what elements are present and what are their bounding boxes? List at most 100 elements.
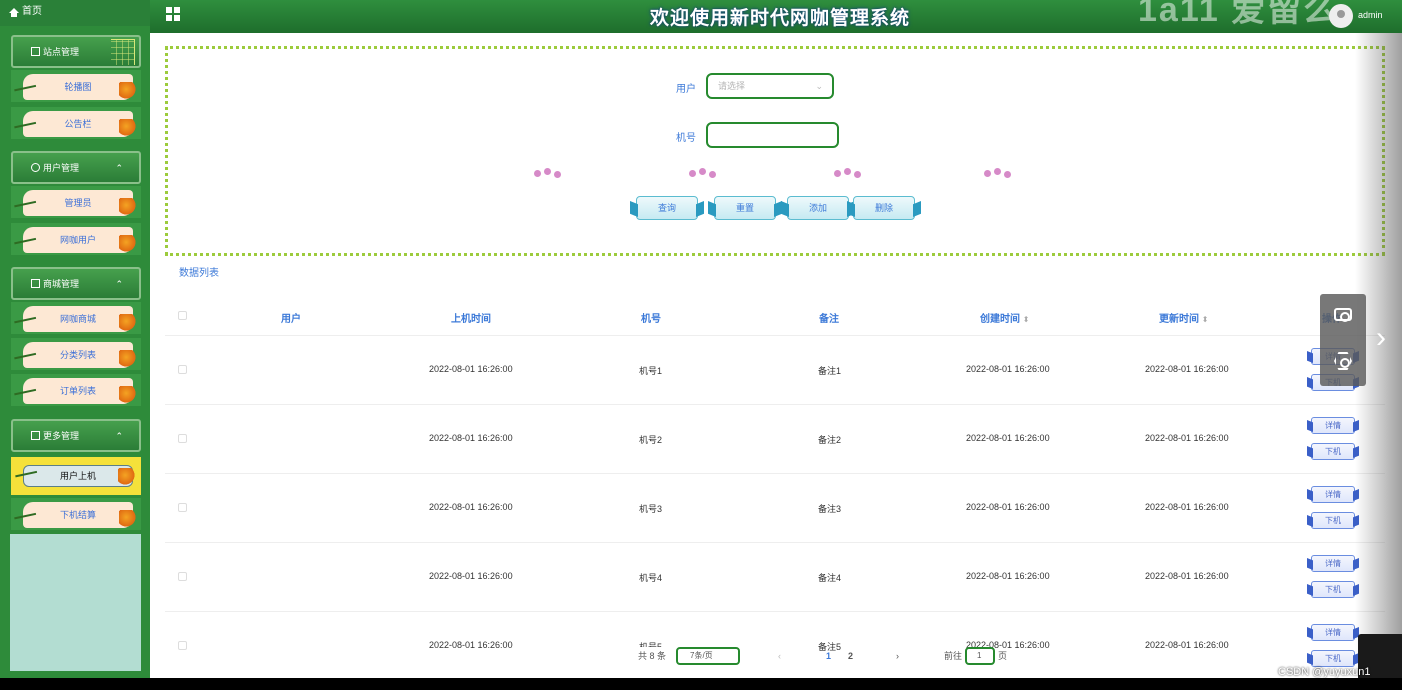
- page-number-2[interactable]: 2: [848, 647, 853, 665]
- cell-machine: 机号4: [639, 573, 663, 583]
- app-window: 1a11 爱留么 欢迎使用新时代网咖管理系统 admin 首页 站点管理 轮播图…: [0, 0, 1402, 678]
- table-header: 用户 上机时间 机号 备注 创建时间 ⬍ 更新时间 ⬍ 操作: [165, 300, 1385, 336]
- column-header-created[interactable]: 创建时间 ⬍: [980, 310, 1029, 325]
- cell-note: 备注1: [818, 366, 842, 376]
- goto-suffix: 页: [998, 651, 1008, 661]
- cell-updated: 2022-08-01 16:26:00: [1145, 502, 1229, 512]
- pager-total: 共 8 条: [638, 647, 667, 665]
- menu-group-label: 用户管理: [43, 163, 80, 173]
- menu-item-notice[interactable]: 公告栏: [11, 107, 141, 139]
- home-label: 首页: [22, 6, 42, 17]
- cell-machine: 机号2: [639, 435, 663, 445]
- logout-button[interactable]: 下机: [1311, 581, 1355, 598]
- menu-item-admin[interactable]: 管理员: [11, 186, 141, 218]
- goto-page-input[interactable]: 1: [965, 647, 995, 665]
- cell-created: 2022-08-01 16:26:00: [966, 364, 1050, 374]
- sort-icon: ⬍: [1022, 315, 1030, 324]
- machine-input[interactable]: [706, 122, 839, 148]
- cell-created: 2022-08-01 16:26:00: [966, 571, 1050, 581]
- cell-updated: 2022-08-01 16:26:00: [1145, 433, 1229, 443]
- prev-page-button[interactable]: ‹: [778, 647, 781, 665]
- cell-updated: 2022-08-01 16:26:00: [1145, 364, 1229, 374]
- select-all-checkbox[interactable]: [178, 311, 187, 320]
- logout-button[interactable]: 下机: [1311, 443, 1355, 460]
- table-row: 2022-08-01 16:26:00 机号5 备注5 2022-08-01 1…: [165, 612, 1385, 678]
- lock-icon: [31, 279, 40, 288]
- user-select-placeholder: 请选择: [718, 81, 746, 91]
- page-size-select[interactable]: 7条/页: [676, 647, 740, 665]
- table-row: 2022-08-01 16:26:00 机号4 备注4 2022-08-01 1…: [165, 543, 1385, 612]
- menu-group-more[interactable]: 更多管理 ⌃: [11, 419, 141, 452]
- machine-filter-label: 机号: [676, 133, 696, 144]
- detail-button[interactable]: 详情: [1311, 624, 1355, 641]
- cell-created: 2022-08-01 16:26:00: [966, 502, 1050, 512]
- logout-button[interactable]: 下机: [1311, 650, 1355, 667]
- cell-start-time: 2022-08-01 16:26:00: [429, 433, 513, 443]
- user-filter-label: 用户: [676, 84, 696, 95]
- page-title: 欢迎使用新时代网咖管理系统: [649, 8, 910, 29]
- detail-button[interactable]: 详情: [1311, 486, 1355, 503]
- menu-item-checkout[interactable]: 下机结算: [11, 498, 141, 530]
- username-label[interactable]: admin: [1358, 10, 1383, 20]
- menu-item-mall[interactable]: 网咖商城: [11, 302, 141, 334]
- sidebar-decoration: [10, 534, 141, 671]
- row-checkbox[interactable]: [178, 365, 187, 374]
- cell-machine: 机号1: [639, 366, 663, 376]
- watermark-logo: 1a11 爱留么: [1138, 0, 1340, 29]
- avatar[interactable]: [1329, 4, 1353, 28]
- chevron-down-icon: ⌄: [815, 81, 823, 91]
- menu-item-label: 用户上机: [23, 465, 136, 487]
- table-row: 2022-08-01 16:26:00 机号3 备注3 2022-08-01 1…: [165, 474, 1385, 543]
- user-select[interactable]: 请选择 ⌄: [706, 73, 834, 99]
- menu-group-user[interactable]: 用户管理 ⌃: [11, 151, 141, 184]
- csdn-watermark: CSDN @yuyuxun1: [1278, 666, 1371, 678]
- column-header-start-time: 上机时间: [451, 314, 491, 325]
- next-page-button[interactable]: ›: [896, 647, 899, 665]
- menu-group-mall[interactable]: 商城管理 ⌃: [11, 267, 141, 300]
- menu-item-carousel[interactable]: 轮播图: [11, 70, 141, 102]
- add-button[interactable]: 添加: [787, 196, 849, 220]
- menu-item-label: 管理员: [23, 190, 137, 216]
- chevron-up-icon: ⌃: [115, 279, 123, 289]
- sort-icon: ⬍: [1201, 315, 1209, 324]
- home-icon: [9, 8, 19, 17]
- copy-icon: [31, 431, 40, 440]
- menu-item-orders[interactable]: 订单列表: [11, 374, 141, 406]
- cell-start-time: 2022-08-01 16:26:00: [429, 364, 513, 374]
- logout-button[interactable]: 下机: [1311, 512, 1355, 529]
- menu-item-label: 网咖用户: [23, 227, 137, 253]
- query-button[interactable]: 查询: [636, 196, 698, 220]
- menu-item-category[interactable]: 分类列表: [11, 338, 141, 370]
- column-header-label: 更新时间: [1159, 314, 1199, 325]
- page-number-1[interactable]: 1: [826, 647, 831, 665]
- top-bar: 1a11 爱留么 欢迎使用新时代网咖管理系统 admin: [0, 0, 1402, 33]
- menu-item-user-online[interactable]: 用户上机: [11, 457, 141, 495]
- row-checkbox[interactable]: [178, 434, 187, 443]
- reset-button[interactable]: 重置: [714, 196, 776, 220]
- menu-group-site[interactable]: 站点管理: [11, 35, 141, 68]
- settings-hex-icon[interactable]: [1334, 352, 1352, 370]
- cell-updated: 2022-08-01 16:26:00: [1145, 640, 1229, 650]
- menu-item-label: 下机结算: [23, 502, 137, 528]
- menu-group-label: 站点管理: [43, 47, 80, 57]
- menu-item-label: 订单列表: [23, 378, 137, 404]
- pagination: 共 8 条 7条/页 ‹ 1 2 › 前往 1 页: [638, 647, 1018, 667]
- detail-button[interactable]: 详情: [1311, 417, 1355, 434]
- chevron-up-icon: ⌃: [115, 163, 123, 173]
- chevron-right-icon[interactable]: ›: [1376, 323, 1386, 353]
- row-checkbox[interactable]: [178, 641, 187, 650]
- menu-item-cafe-user[interactable]: 网咖用户: [11, 223, 141, 255]
- cell-start-time: 2022-08-01 16:26:00: [429, 640, 513, 650]
- column-header-updated[interactable]: 更新时间 ⬍: [1159, 310, 1208, 325]
- menu-item-label: 网咖商城: [23, 306, 137, 332]
- sidebar-home[interactable]: 首页: [0, 0, 150, 26]
- menu-grid-icon[interactable]: [166, 7, 180, 21]
- delete-button[interactable]: 删除: [853, 196, 915, 220]
- row-checkbox[interactable]: [178, 503, 187, 512]
- cell-start-time: 2022-08-01 16:26:00: [429, 571, 513, 581]
- grid-decoration: [111, 39, 135, 65]
- row-checkbox[interactable]: [178, 572, 187, 581]
- detail-button[interactable]: 详情: [1311, 555, 1355, 572]
- column-header-note: 备注: [819, 314, 839, 325]
- camera-icon[interactable]: [1334, 308, 1352, 322]
